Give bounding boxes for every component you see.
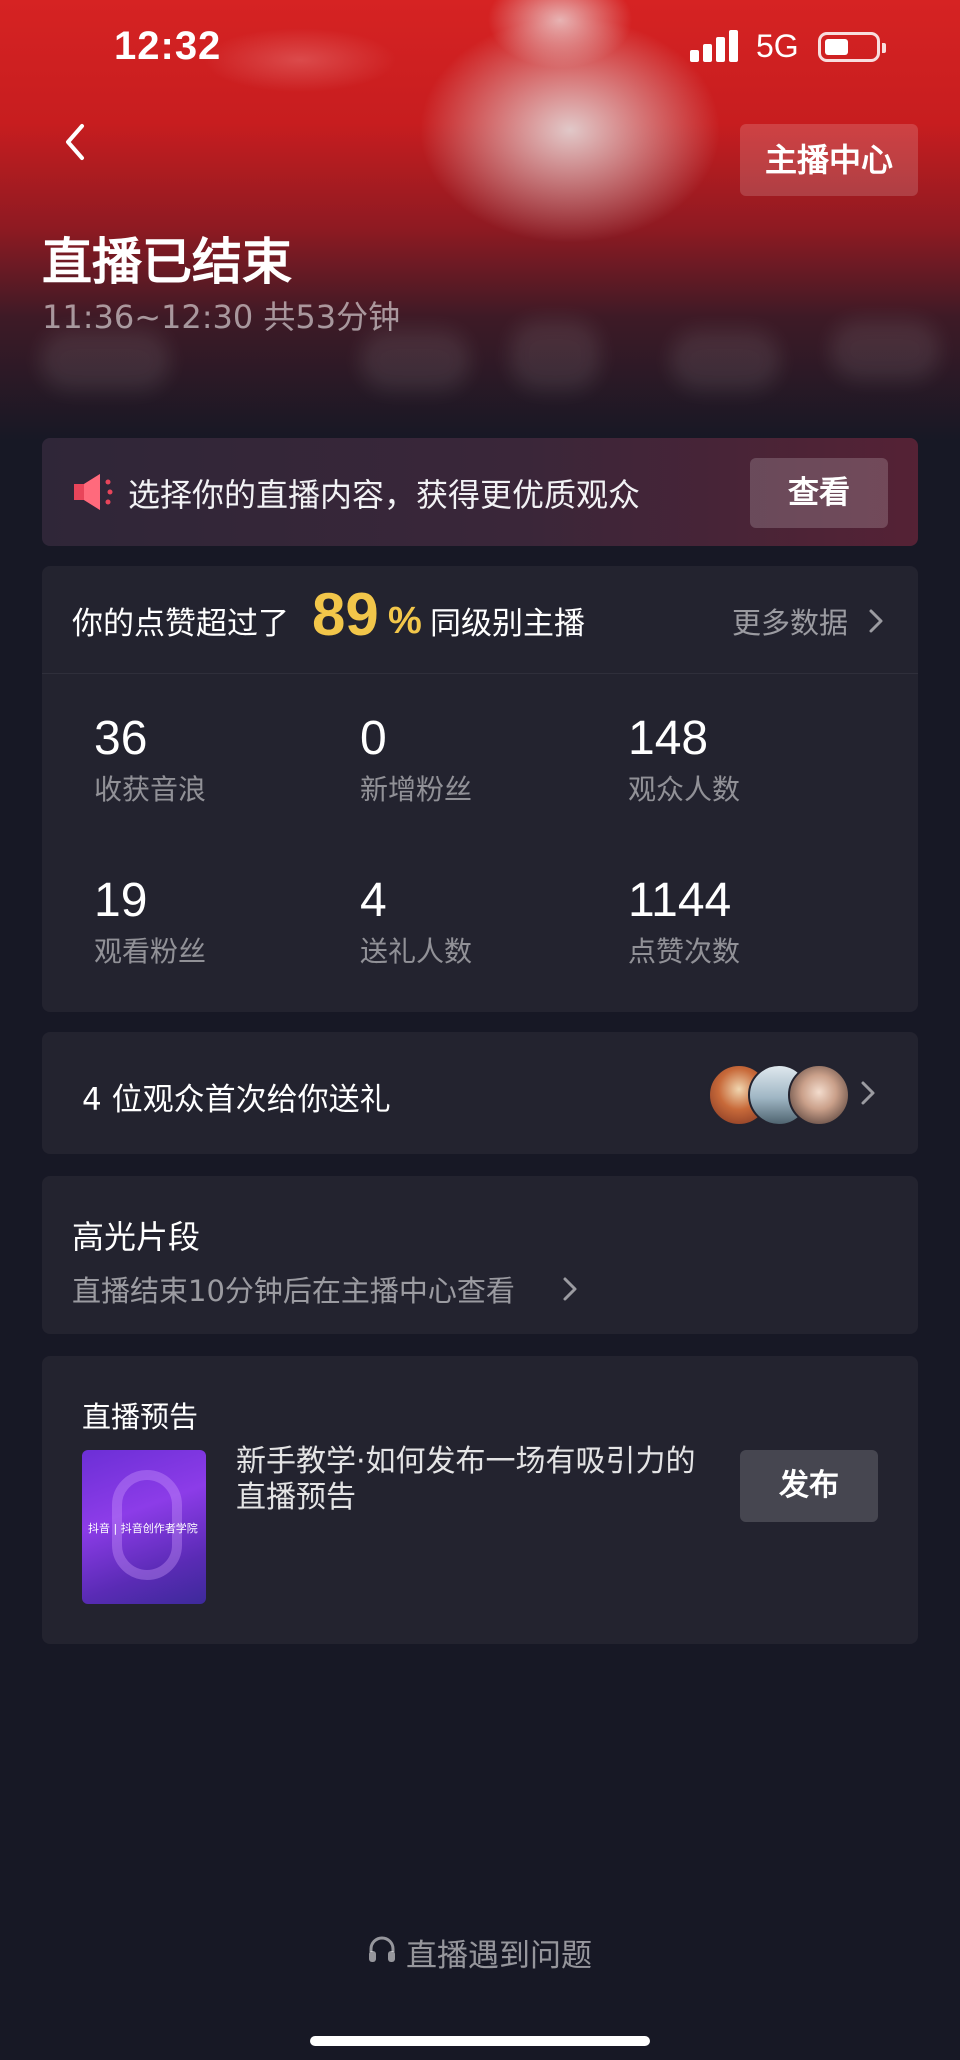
stat-label: 送礼人数 (360, 935, 473, 968)
highlights-title: 高光片段 (72, 1218, 201, 1256)
streamer-center-button[interactable]: 主播中心 (740, 124, 918, 196)
page-title: 直播已结束 (42, 233, 292, 291)
preview-thumbnail[interactable]: 抖音 | 抖音创作者学院 (82, 1450, 206, 1604)
headset-icon (369, 1936, 395, 1962)
status-bar: 12:32 5G (0, 0, 960, 100)
stat-value: 36 (94, 712, 148, 765)
stat-value: 148 (628, 712, 709, 765)
chevron-right-icon (866, 606, 886, 636)
status-time: 12:32 (114, 24, 222, 68)
live-preview-card: 直播预告 抖音 | 抖音创作者学院 新手教学·如何发布一场有吸引力的直播预告 发… (42, 1356, 918, 1644)
stats-card: 你的点赞超过了 89 % 同级别主播 更多数据 36 收获音浪 0 新增粉丝 1… (42, 566, 918, 1012)
more-data-link[interactable]: 更多数据 (732, 600, 848, 642)
stat-label: 点赞次数 (628, 935, 741, 968)
stat-item: 0 新增粉丝 (360, 712, 620, 808)
chevron-left-icon (66, 124, 84, 160)
battery-icon (818, 32, 886, 62)
likes-percent: 89 (312, 581, 379, 648)
stat-item: 4 送礼人数 (360, 874, 620, 970)
stat-label: 观看粉丝 (94, 935, 207, 968)
publish-button[interactable]: 发布 (740, 1450, 878, 1522)
stat-value: 4 (360, 874, 387, 927)
home-indicator[interactable] (310, 2036, 650, 2046)
percent-sign: % (388, 600, 422, 642)
stat-item: 19 观看粉丝 (94, 874, 354, 970)
highlights-card[interactable]: 高光片段 直播结束10分钟后在主播中心查看 (42, 1176, 918, 1334)
stat-label: 新增粉丝 (360, 773, 473, 806)
likes-ranking-row[interactable]: 你的点赞超过了 89 % 同级别主播 更多数据 (42, 566, 918, 674)
stat-item: 1144 点赞次数 (628, 874, 888, 970)
signal-icon (690, 30, 742, 62)
megaphone-icon (74, 474, 113, 510)
likes-prefix: 你的点赞超过了 (72, 606, 289, 642)
stat-item: 148 观众人数 (628, 712, 888, 808)
chevron-right-icon (858, 1078, 878, 1108)
stat-item: 36 收获音浪 (94, 712, 354, 808)
preview-title: 直播预告 (82, 1400, 199, 1434)
network-type: 5G (756, 28, 799, 64)
back-button[interactable] (52, 114, 102, 170)
stream-duration: 11:36~12:30 共53分钟 (42, 298, 401, 336)
stat-value: 19 (94, 874, 148, 927)
promo-banner[interactable]: 选择你的直播内容，获得更优质观众 查看 (42, 438, 918, 546)
avatar (788, 1064, 850, 1126)
likes-suffix: 同级别主播 (430, 606, 585, 642)
stat-label: 观众人数 (628, 773, 741, 806)
chevron-right-icon (560, 1274, 580, 1304)
preview-tutorial-text[interactable]: 新手教学·如何发布一场有吸引力的直播预告 (236, 1444, 716, 1516)
stat-value: 1144 (628, 874, 732, 927)
thumbnail-caption: 抖音 | 抖音创作者学院 (88, 1522, 198, 1535)
help-text: 直播遇到问题 (406, 1938, 592, 1974)
view-button[interactable]: 查看 (750, 458, 888, 528)
first-gift-row[interactable]: 4 位观众首次给你送礼 (42, 1032, 918, 1154)
stat-value: 0 (360, 712, 387, 765)
first-gift-text: 4 位观众首次给你送礼 (82, 1082, 391, 1118)
stat-label: 收获音浪 (94, 773, 207, 806)
gifter-avatars (708, 1064, 858, 1126)
highlights-subtitle: 直播结束10分钟后在主播中心查看 (72, 1274, 515, 1308)
promo-text: 选择你的直播内容，获得更优质观众 (128, 476, 641, 514)
